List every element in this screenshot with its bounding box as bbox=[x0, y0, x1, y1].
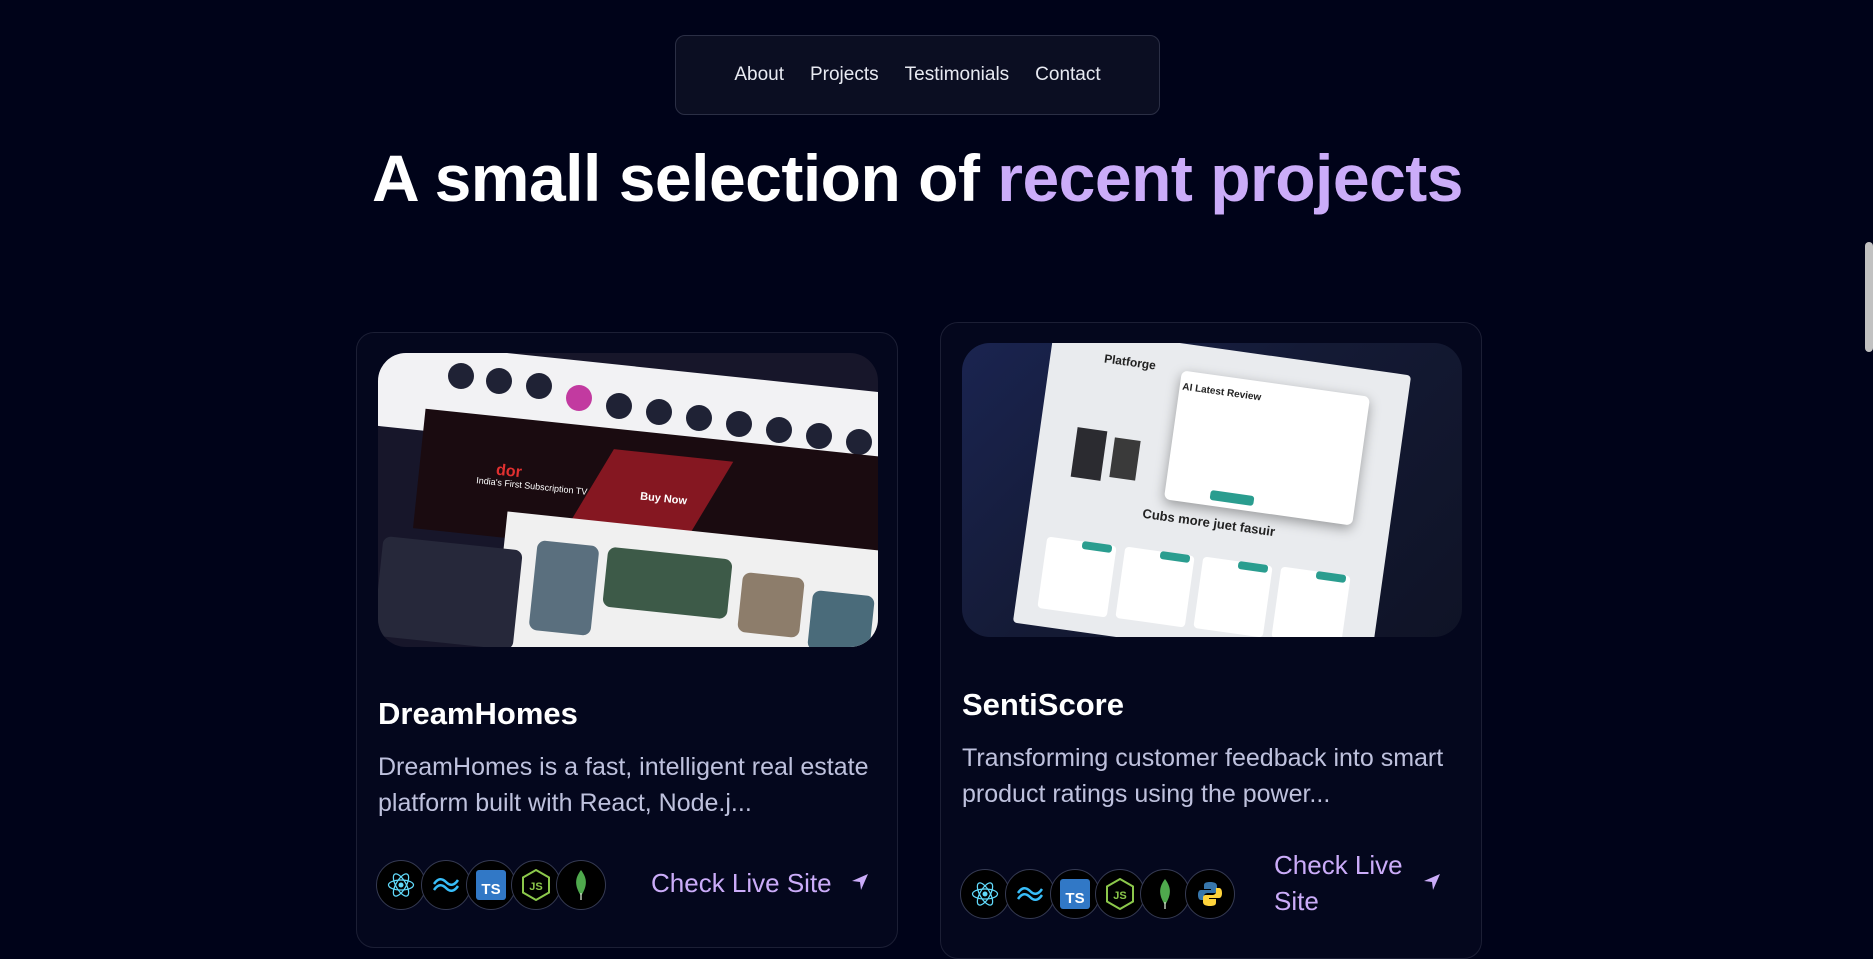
heading-main: A small selection of bbox=[372, 141, 980, 215]
react-icon bbox=[960, 869, 1010, 919]
svg-text:JS: JS bbox=[529, 881, 542, 893]
mongodb-icon bbox=[1140, 869, 1190, 919]
top-nav: About Projects Testimonials Contact bbox=[675, 35, 1160, 115]
project-card-sentiscore: Platforge AI Latest Review Cubs more jue… bbox=[940, 322, 1482, 959]
live-site-label: Check Live Site bbox=[1274, 850, 1403, 916]
nav-projects[interactable]: Projects bbox=[810, 64, 879, 86]
location-arrow-icon bbox=[850, 868, 870, 899]
project-title: SentiScore bbox=[962, 687, 1124, 722]
typescript-icon: TS bbox=[1050, 869, 1100, 919]
heading-accent: recent projects bbox=[997, 141, 1463, 215]
svg-text:TS: TS bbox=[481, 881, 500, 898]
live-site-label: Check Live Site bbox=[651, 868, 832, 898]
tech-stack: TS JS bbox=[960, 869, 1235, 919]
nodejs-icon: JS bbox=[1095, 869, 1145, 919]
nav-testimonials[interactable]: Testimonials bbox=[905, 64, 1010, 86]
svg-text:TS: TS bbox=[1065, 890, 1084, 907]
tech-stack: TS JS bbox=[376, 860, 606, 910]
python-icon bbox=[1185, 869, 1235, 919]
project-description: Transforming customer feedback into smar… bbox=[962, 744, 1444, 808]
section-heading: A small selection of recent projects bbox=[0, 140, 1835, 216]
project-thumbnail: Platforge AI Latest Review Cubs more jue… bbox=[962, 343, 1462, 637]
tailwind-icon bbox=[421, 860, 471, 910]
check-live-site-link[interactable]: Check Live Site bbox=[651, 868, 870, 899]
project-thumbnail: dor India's First Subscription TV Buy No… bbox=[378, 353, 878, 647]
svg-text:JS: JS bbox=[1113, 890, 1126, 902]
project-title: DreamHomes bbox=[378, 696, 578, 731]
check-live-site-link[interactable]: Check Live Site bbox=[1274, 847, 1474, 919]
location-arrow-icon bbox=[1422, 865, 1442, 901]
nodejs-icon: JS bbox=[511, 860, 561, 910]
nav-about[interactable]: About bbox=[734, 64, 784, 86]
project-card-dreamhomes: dor India's First Subscription TV Buy No… bbox=[356, 332, 898, 948]
tailwind-icon bbox=[1005, 869, 1055, 919]
scrollbar-thumb[interactable] bbox=[1865, 242, 1873, 352]
typescript-icon: TS bbox=[466, 860, 516, 910]
mongodb-icon bbox=[556, 860, 606, 910]
react-icon bbox=[376, 860, 426, 910]
nav-contact[interactable]: Contact bbox=[1035, 64, 1100, 86]
project-description: DreamHomes is a fast, intelligent real e… bbox=[378, 753, 869, 817]
scrollbar-track[interactable] bbox=[1865, 0, 1873, 959]
